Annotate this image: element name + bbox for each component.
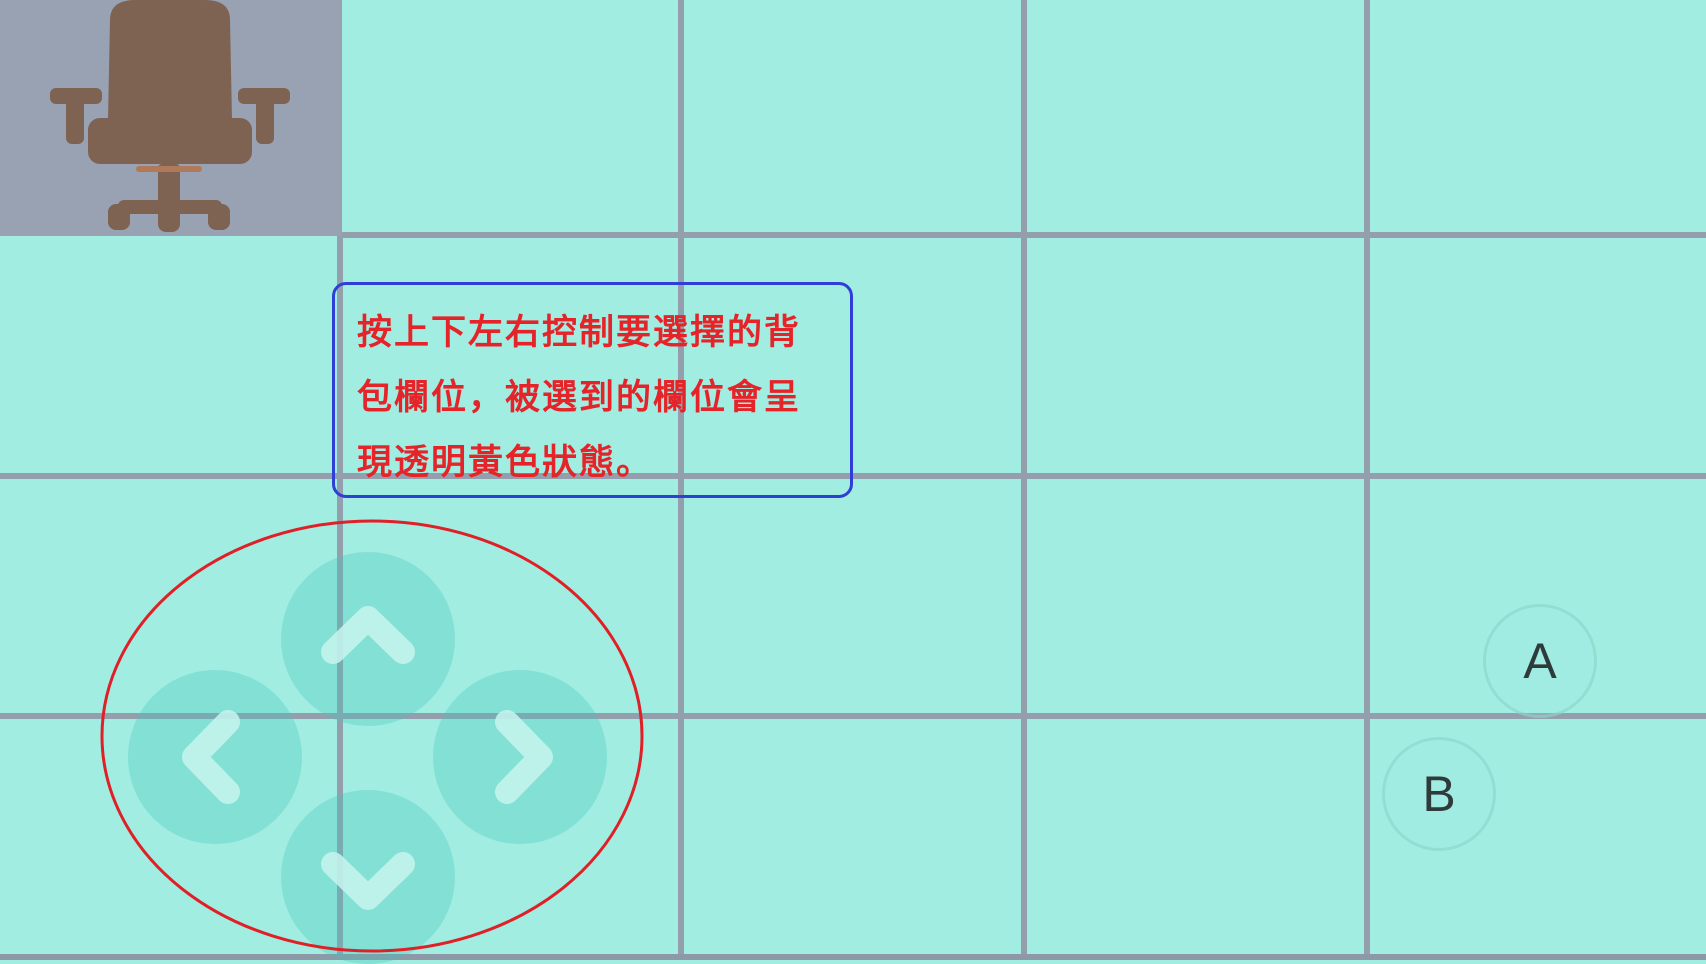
inventory-slot-r2c1[interactable] (0, 236, 342, 476)
grid-bottom-edge (0, 954, 1706, 960)
inventory-slot-r2c4[interactable] (1024, 236, 1366, 476)
instruction-text: 按上下左右控制要選擇的背包欄位，被選到的欄位會呈現透明黃色狀態。 (357, 313, 802, 483)
office-chair-icon (50, 0, 290, 232)
inventory-slot-r4c4[interactable] (1024, 716, 1366, 956)
dpad-highlight-ellipse (100, 519, 644, 953)
inventory-slot-r3c3[interactable] (682, 476, 1024, 716)
inventory-slot-r4c3[interactable] (682, 716, 1024, 956)
inventory-slot-r1c4[interactable] (1024, 0, 1366, 236)
grid-line-h1 (342, 232, 1706, 238)
grid-line-h2 (0, 473, 1706, 479)
instruction-note: 按上下左右控制要選擇的背包欄位，被選到的欄位會呈現透明黃色狀態。 (332, 282, 853, 498)
b-button[interactable]: B (1382, 737, 1496, 851)
a-button[interactable]: A (1483, 604, 1597, 718)
inventory-slot-r2c5[interactable] (1366, 236, 1706, 476)
inventory-slot-r1c3[interactable] (682, 0, 1024, 236)
inventory-slot-r3c4[interactable] (1024, 476, 1366, 716)
inventory-slot-r1c1[interactable] (0, 0, 342, 236)
inventory-slot-r1c5[interactable] (1366, 0, 1706, 236)
grid-line-v3 (1021, 0, 1027, 960)
inventory-slot-r1c2[interactable] (342, 0, 682, 236)
grid-line-v4 (1364, 0, 1370, 960)
